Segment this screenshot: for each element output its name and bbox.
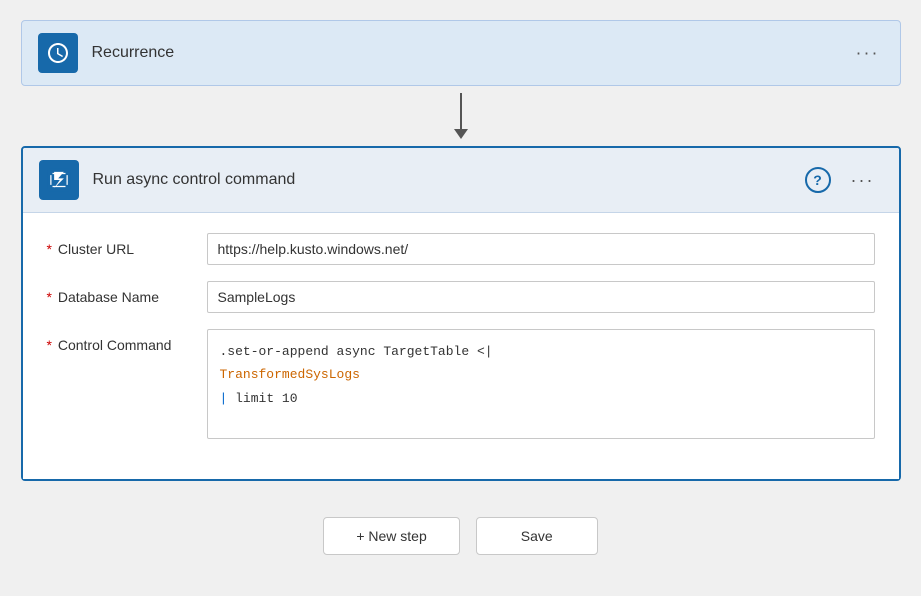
required-star-2: *: [47, 289, 52, 305]
cluster-url-label: * Cluster URL: [47, 233, 207, 257]
header-actions: ? ···: [805, 166, 883, 195]
database-name-label: * Database Name: [47, 281, 207, 305]
database-name-input[interactable]: [207, 281, 875, 313]
async-more-button[interactable]: ···: [843, 166, 883, 195]
bottom-actions: + New step Save: [323, 517, 597, 555]
async-card-title: Run async control command: [93, 171, 805, 189]
recurrence-more-button[interactable]: ···: [848, 39, 888, 68]
cmd-line-2: TransformedSysLogs: [220, 363, 862, 386]
required-star-3: *: [47, 337, 52, 353]
clock-svg: [46, 41, 70, 65]
cmd-line-3: | limit 10: [220, 387, 862, 410]
arrow-line: [460, 93, 462, 129]
required-star: *: [47, 241, 52, 257]
async-card-header: Run async control command ? ···: [23, 148, 899, 213]
control-command-label: * Control Command: [47, 329, 207, 353]
control-command-textarea[interactable]: .set-or-append async TargetTable <| Tran…: [207, 329, 875, 439]
clock-icon: [38, 33, 78, 73]
async-card-body: * Cluster URL * Database Name * Control …: [23, 213, 899, 479]
database-name-row: * Database Name: [47, 281, 875, 313]
arrow-head: [454, 129, 468, 139]
kusto-svg: [46, 167, 72, 193]
recurrence-title: Recurrence: [92, 44, 884, 62]
new-step-button[interactable]: + New step: [323, 517, 459, 555]
arrow-connector: [454, 86, 468, 146]
control-command-row: * Control Command .set-or-append async T…: [47, 329, 875, 439]
cluster-url-input[interactable]: [207, 233, 875, 265]
cluster-url-row: * Cluster URL: [47, 233, 875, 265]
cmd-line-1: .set-or-append async TargetTable <|: [220, 340, 862, 363]
async-card: Run async control command ? ··· * Cluste…: [21, 146, 901, 481]
help-button[interactable]: ?: [805, 167, 831, 193]
save-button[interactable]: Save: [476, 517, 598, 555]
kusto-icon: [39, 160, 79, 200]
flow-container: Recurrence ··· Run async control command…: [21, 20, 901, 555]
recurrence-card: Recurrence ···: [21, 20, 901, 86]
